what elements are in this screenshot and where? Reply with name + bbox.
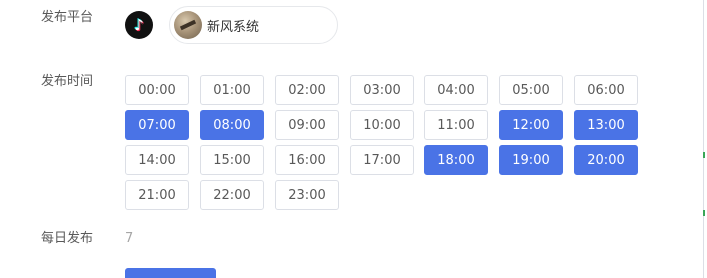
- time-slot-button[interactable]: 23:00: [275, 180, 339, 210]
- time-slot-button[interactable]: 15:00: [200, 145, 264, 175]
- time-slot-button[interactable]: 21:00: [125, 180, 189, 210]
- time-slot-button[interactable]: 12:00: [499, 110, 563, 140]
- time-slot-button[interactable]: 14:00: [125, 145, 189, 175]
- time-slot-button[interactable]: 05:00: [499, 75, 563, 105]
- daily-publish-label: 每日发布: [41, 231, 94, 246]
- time-slot-button[interactable]: 01:00: [200, 75, 264, 105]
- time-slot-button[interactable]: 10:00: [350, 110, 414, 140]
- time-slot-button[interactable]: 04:00: [424, 75, 488, 105]
- edge-marker: [703, 152, 705, 158]
- time-slot-button[interactable]: 13:00: [574, 110, 638, 140]
- time-slot-button[interactable]: 16:00: [275, 145, 339, 175]
- account-name: 新风系统: [207, 19, 260, 35]
- time-slot-button[interactable]: 19:00: [499, 145, 563, 175]
- time-slot-button[interactable]: 02:00: [275, 75, 339, 105]
- time-slot-button[interactable]: 00:00: [125, 75, 189, 105]
- publish-settings-panel: 发布平台 ♪ 新风系统 发布时间 00:00 01:00 02:00 03:00 04:…: [0, 0, 707, 278]
- publish-time-label: 发布时间: [41, 74, 94, 89]
- time-slot-button[interactable]: 03:00: [350, 75, 414, 105]
- time-slot-button[interactable]: 20:00: [574, 145, 638, 175]
- time-slot-button[interactable]: 17:00: [350, 145, 414, 175]
- time-slot-button[interactable]: 06:00: [574, 75, 638, 105]
- time-slot-button[interactable]: 18:00: [424, 145, 488, 175]
- account-chip[interactable]: 新风系统: [169, 6, 338, 44]
- daily-publish-count[interactable]: 7: [125, 231, 133, 247]
- platform-label: 发布平台: [41, 10, 94, 25]
- edge-marker: [703, 210, 705, 216]
- account-avatar: [174, 11, 202, 39]
- panel-edge-divider: [703, 0, 704, 278]
- time-slot-button[interactable]: 22:00: [200, 180, 264, 210]
- submit-button[interactable]: [125, 268, 216, 278]
- time-slot-button[interactable]: 08:00: [200, 110, 264, 140]
- time-slot-button[interactable]: 09:00: [275, 110, 339, 140]
- time-slot-button[interactable]: 11:00: [424, 110, 488, 140]
- tiktok-icon[interactable]: ♪: [125, 11, 153, 39]
- time-slot-button[interactable]: 07:00: [125, 110, 189, 140]
